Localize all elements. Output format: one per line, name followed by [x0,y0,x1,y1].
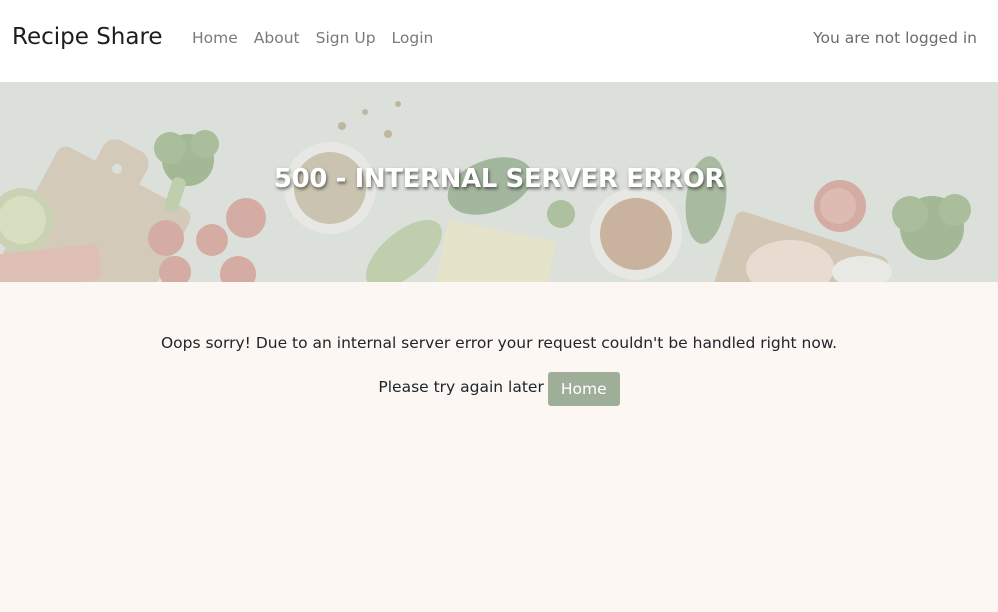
main-content: Oops sorry! Due to an internal server er… [0,282,998,612]
brand-logo[interactable]: Recipe Share [12,24,163,50]
error-message: Oops sorry! Due to an internal server er… [160,334,838,352]
home-button[interactable]: Home [547,372,620,406]
navbar: Recipe Share Home About Sign Up Login Yo… [0,0,998,82]
retry-row: Please try again later Home [0,370,998,406]
hero-title: 500 - INTERNAL SERVER ERROR [273,164,725,194]
nav-link-home[interactable]: Home [192,29,238,47]
nav-links: Home About Sign Up Login [192,29,433,47]
nav-link-about[interactable]: About [254,29,300,47]
nav-link-sign-up[interactable]: Sign Up [316,29,376,47]
retry-text: Please try again later [378,378,544,396]
hero-banner: 500 - INTERNAL SERVER ERROR [0,82,998,282]
nav-link-login[interactable]: Login [392,29,434,47]
login-status: You are not logged in [813,29,977,47]
